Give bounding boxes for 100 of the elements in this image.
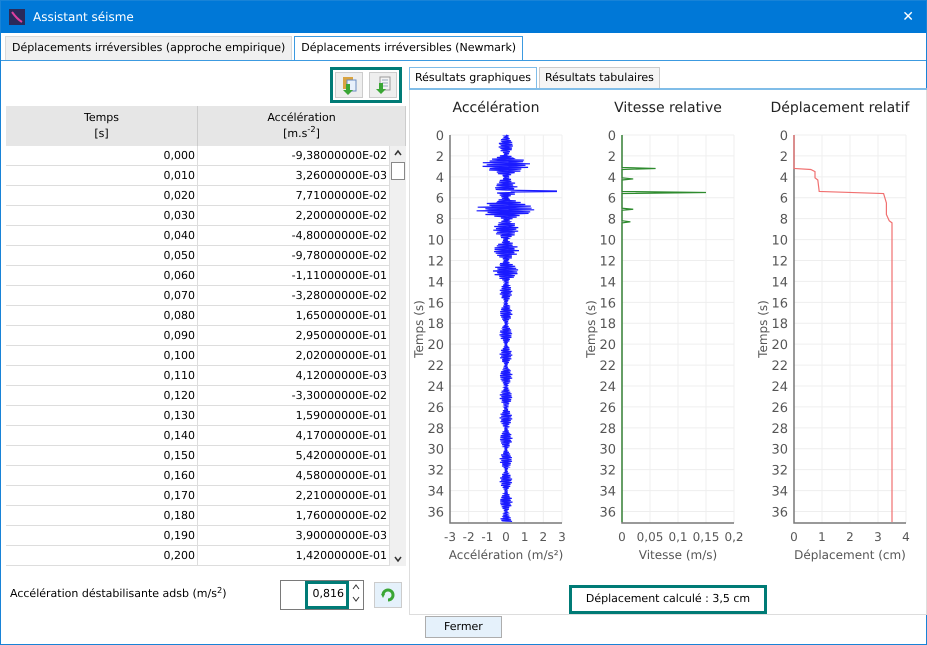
tick-label: 16 <box>771 296 788 312</box>
tick-label: 36 <box>599 506 616 520</box>
tick-label: 16 <box>599 296 616 312</box>
tick-label: 4 <box>436 170 444 186</box>
tick-label: 3 <box>558 530 566 544</box>
table-cell: 0,190 <box>6 526 198 546</box>
tick-label: 28 <box>427 422 444 437</box>
tick-label: 12 <box>599 254 616 270</box>
tick-label: 0 <box>618 530 626 544</box>
table-cell: 4,12000000E-03 <box>198 366 390 386</box>
result-label: Déplacement calculé : 3,5 cm <box>568 585 768 614</box>
tick-label: 24 <box>599 380 616 395</box>
tick-label: 6 <box>608 192 616 207</box>
axis-label: Déplacement (cm) <box>794 548 906 562</box>
tick-label: 20 <box>427 338 444 354</box>
tick-label: 30 <box>427 442 444 458</box>
tick-label: 0,05 <box>636 530 664 544</box>
tab[interactable]: Déplacements irréversibles (Newmark) <box>294 36 524 60</box>
tab[interactable]: Résultats graphiques <box>409 66 537 88</box>
axis-label: Vitesse (m/s) <box>638 548 718 562</box>
tick-label: 32 <box>599 464 616 479</box>
tick-label: 24 <box>427 380 444 395</box>
tick-label: 34 <box>599 484 616 500</box>
axis-label: Temps (s) <box>584 300 598 358</box>
table-cell: 2,95000000E-01 <box>198 326 390 346</box>
tick-label: 18 <box>427 317 444 332</box>
table-cell: 0,200 <box>6 546 198 566</box>
tick-label: -2 <box>462 530 475 544</box>
tick-label: 14 <box>427 275 444 290</box>
table-cell: 0,040 <box>6 226 198 246</box>
tick-label: 10 <box>427 234 444 249</box>
close-button[interactable]: Fermer <box>425 616 502 638</box>
scrollbar[interactable] <box>390 146 406 566</box>
tick-label: 2 <box>608 150 616 165</box>
table-cell: 0,120 <box>6 386 198 406</box>
chart-title: Déplacement relatif <box>770 99 910 118</box>
table-cell: -3,30000000E-02 <box>198 386 390 406</box>
tick-label: 2 <box>436 150 444 165</box>
table-cell: 7,71000000E-02 <box>198 186 390 206</box>
table-cell: 0,180 <box>6 506 198 526</box>
tick-label: 4 <box>902 530 910 544</box>
tick-label: 26 <box>771 400 788 416</box>
table-cell: -9,38000000E-02 <box>198 146 390 166</box>
tick-label: 0 <box>608 129 616 144</box>
paste-icon-button[interactable] <box>335 72 363 98</box>
table-cell: 2,21000000E-01 <box>198 486 390 506</box>
tick-label: 4 <box>780 170 788 186</box>
tick-label: 22 <box>771 359 788 374</box>
table-cell: 0,170 <box>6 486 198 506</box>
tab[interactable]: Résultats tabulaires <box>538 66 660 88</box>
axis-label: Accélération (m/s²) <box>448 548 564 562</box>
tick-label: 30 <box>599 442 616 458</box>
refresh-icon <box>380 586 396 602</box>
refresh-button[interactable] <box>374 582 402 608</box>
table-cell: -9,78000000E-02 <box>198 246 390 266</box>
table-cell: 3,26000000E-03 <box>198 166 390 186</box>
tick-label: 14 <box>771 275 788 290</box>
close-button[interactable]: ✕ <box>898 6 918 28</box>
tick-label: 30 <box>771 442 788 458</box>
scroll-thumb[interactable] <box>391 162 405 180</box>
tick-label: 0 <box>780 129 788 144</box>
table-cell: 0,150 <box>6 446 198 466</box>
axis-label: Temps (s) <box>412 300 426 358</box>
table-cell: 0,140 <box>6 426 198 446</box>
tick-label: 20 <box>771 338 788 354</box>
table-cell: 4,58000000E-01 <box>198 466 390 486</box>
tick-label: 36 <box>427 506 444 520</box>
table-cell: 0,100 <box>6 346 198 366</box>
table-cell: 3,90000000E-03 <box>198 526 390 546</box>
tick-label: -3 <box>444 530 456 544</box>
tick-label: 1 <box>818 530 826 544</box>
field-label: Accélération déstabilisante adsb (m/s$^{2}$) <box>10 586 228 602</box>
table-cell: 0,030 <box>6 206 198 226</box>
table-cell: -4,80000000E-02 <box>198 226 390 246</box>
table-cell: 4,17000000E-01 <box>198 426 390 446</box>
tick-label: 26 <box>427 400 444 416</box>
tick-label: 16 <box>427 296 444 312</box>
tick-label: 20 <box>599 338 616 354</box>
table-cell: 0,110 <box>6 366 198 386</box>
table-cell: 0,020 <box>6 186 198 206</box>
table-cell: 1,42000000E-01 <box>198 546 390 566</box>
tab[interactable]: Déplacements irréversibles (approche empirique) <box>5 36 292 60</box>
tick-label: 8 <box>436 212 444 228</box>
column-header: Accélération [m.s$^{-2}$] <box>198 106 406 146</box>
table-cell: 2,02000000E-01 <box>198 346 390 366</box>
table-cell: 0,010 <box>6 166 198 186</box>
table-cell: 0,060 <box>6 266 198 286</box>
import-icon-button[interactable] <box>369 72 397 98</box>
table-cell: 0,070 <box>6 286 198 306</box>
column-header: Temps [s] <box>6 106 198 146</box>
number-input[interactable]: 0,816 <box>305 580 349 608</box>
tick-label: 24 <box>771 380 788 395</box>
window-title: Assistant séisme <box>33 9 134 26</box>
table-cell: -1,11000000E-01 <box>198 266 390 286</box>
tick-label: 18 <box>771 317 788 332</box>
app-icon <box>9 9 25 25</box>
table-cell: 1,59000000E-01 <box>198 406 390 426</box>
tick-label: 34 <box>427 484 444 500</box>
table-cell: 5,42000000E-01 <box>198 446 390 466</box>
tick-label: 0 <box>436 129 444 144</box>
